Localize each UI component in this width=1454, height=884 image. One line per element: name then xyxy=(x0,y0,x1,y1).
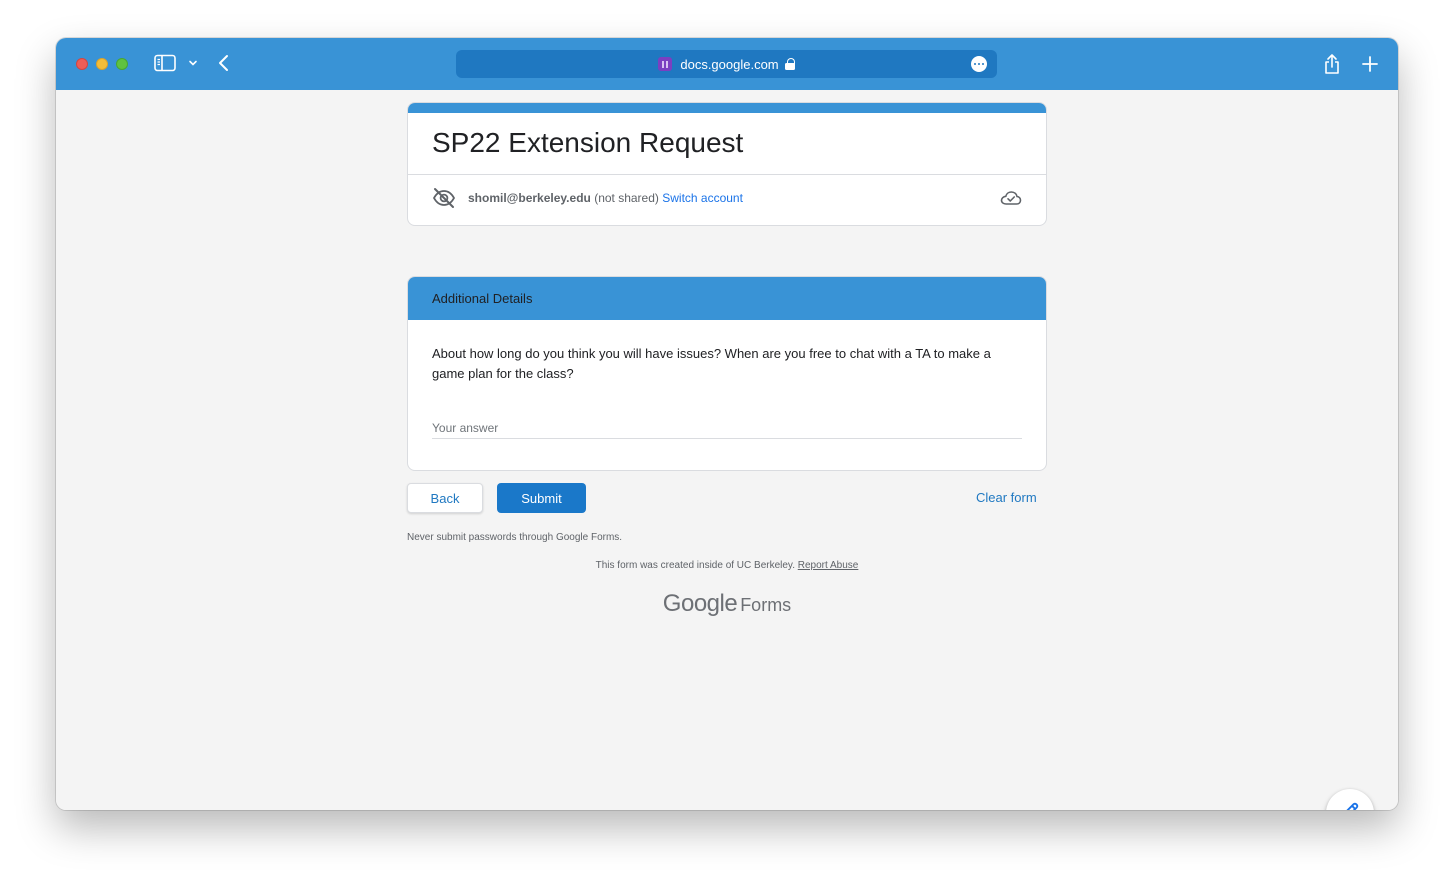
sidebar-icon[interactable] xyxy=(154,54,176,72)
submit-button[interactable]: Submit xyxy=(497,483,586,513)
back-icon[interactable] xyxy=(214,53,234,73)
created-text: This form was created inside of UC Berke… xyxy=(595,560,798,571)
chevron-down-icon[interactable] xyxy=(186,56,200,70)
share-icon[interactable] xyxy=(1320,51,1344,77)
section-title: Additional Details xyxy=(432,291,533,306)
account-info: shomil@berkeley.edu (not shared) Switch … xyxy=(468,191,743,205)
browser-window: docs.google.com SP22 Extension Request s… xyxy=(56,38,1398,810)
form-header-card: SP22 Extension Request shomil@berkeley.e… xyxy=(407,102,1047,226)
question-card: Additional Details About how long do you… xyxy=(407,276,1047,471)
report-abuse-link[interactable]: Report Abuse xyxy=(798,560,859,571)
switch-account-link[interactable]: Switch account xyxy=(662,191,743,205)
cloud-saved-icon xyxy=(1000,189,1022,207)
minimize-window-button[interactable] xyxy=(96,58,108,70)
brand-google: Google xyxy=(662,590,738,617)
account-email: shomil@berkeley.edu xyxy=(468,191,591,205)
question-text: About how long do you think you will hav… xyxy=(432,346,991,381)
created-by-note: This form was created inside of UC Berke… xyxy=(56,560,1398,571)
forms-favicon-icon xyxy=(658,57,673,71)
close-window-button[interactable] xyxy=(76,58,88,70)
brand-forms: Forms xyxy=(740,595,792,615)
not-shared-label: (not shared) xyxy=(590,191,663,205)
zoom-window-button[interactable] xyxy=(116,58,128,70)
url-text: docs.google.com xyxy=(680,56,779,72)
divider xyxy=(408,174,1046,175)
plus-icon[interactable] xyxy=(1359,53,1381,75)
page-content: SP22 Extension Request shomil@berkeley.e… xyxy=(56,90,1398,810)
google-forms-logo[interactable]: Google Forms xyxy=(56,590,1398,618)
page-title: SP22 Extension Request xyxy=(432,127,744,158)
header-accent-bar xyxy=(408,103,1046,113)
edit-button[interactable] xyxy=(1326,789,1374,810)
lock-icon xyxy=(784,58,795,70)
password-warning: Never submit passwords through Google Fo… xyxy=(407,532,623,543)
pencil-icon xyxy=(1340,801,1360,810)
answer-input[interactable] xyxy=(432,417,1022,439)
section-header: Additional Details xyxy=(408,277,1046,320)
back-button[interactable]: Back xyxy=(407,483,483,513)
browser-toolbar: docs.google.com xyxy=(56,38,1398,90)
eye-off-icon xyxy=(432,187,456,209)
more-icon[interactable] xyxy=(971,56,987,72)
clear-form-button[interactable]: Clear form xyxy=(976,490,1037,505)
address-bar[interactable]: docs.google.com xyxy=(456,50,997,78)
